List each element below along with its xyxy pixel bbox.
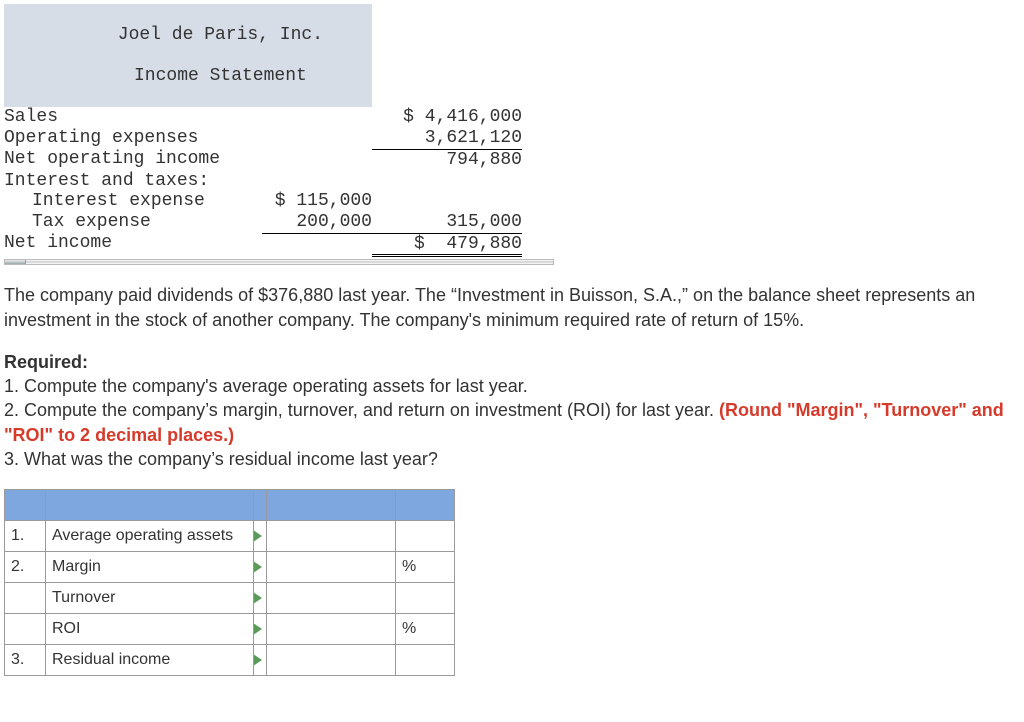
unit-cell [396,645,455,676]
row-opex-value: 3,621,120 [372,128,522,149]
expand-icon[interactable] [253,623,262,635]
row-label: Average operating assets [46,521,254,552]
row-sales-value: $ 4,416,000 [372,107,522,128]
input-avg-operating-assets[interactable] [267,521,396,552]
row-tax-label: Tax expense [4,212,262,233]
header-cell [267,490,396,521]
row-label: ROI [46,614,254,645]
row-tax-mid: 200,000 [262,212,372,233]
table-row: Turnover [5,583,455,614]
unit-cell [396,521,455,552]
expand-icon[interactable] [253,561,262,573]
row-noi-value: 794,880 [372,149,522,170]
row-num: 2. [5,552,46,583]
required-q2a: 2. Compute the company’s margin, turnove… [4,400,719,420]
unit-cell: % [396,614,455,645]
description-paragraph: The company paid dividends of $376,880 l… [4,283,1020,332]
input-turnover[interactable] [267,583,396,614]
header-cell [254,490,267,521]
horizontal-scrollbar[interactable] [4,259,554,265]
row-it-total: 315,000 [372,212,522,233]
header-cell [46,490,254,521]
required-section: Required: 1. Compute the company's avera… [4,350,1020,471]
row-it-label: Interest and taxes: [4,171,262,192]
row-intexp-label: Interest expense [4,191,262,212]
expand-icon[interactable] [253,592,262,604]
row-intexp-mid: $ 115,000 [262,191,372,212]
table-row: 3. Residual income [5,645,455,676]
row-opex-label: Operating expenses [4,128,262,149]
table-row: 2. Margin % [5,552,455,583]
input-residual-income[interactable] [267,645,396,676]
expand-icon[interactable] [253,530,262,542]
input-margin[interactable] [267,552,396,583]
row-sales-label: Sales [4,107,262,128]
row-ni-value: $ 479,880 [372,233,522,256]
row-label: Residual income [46,645,254,676]
income-statement-table: Joel de Paris, Inc. Income Statement Sal… [4,4,522,257]
row-noi-label: Net operating income [4,149,262,170]
row-num [5,583,46,614]
row-label: Turnover [46,583,254,614]
unit-cell: % [396,552,455,583]
row-num: 3. [5,645,46,676]
row-ni-label: Net income [4,233,262,256]
required-q1: 1. Compute the company's average operati… [4,376,528,396]
row-label: Margin [46,552,254,583]
unit-cell [396,583,455,614]
table-row: ROI % [5,614,455,645]
input-roi[interactable] [267,614,396,645]
company-name: Joel de Paris, Inc. [118,25,323,45]
required-heading: Required: [4,352,88,372]
required-q3: 3. What was the company’s residual incom… [4,449,438,469]
header-cell [5,490,46,521]
header-cell [396,490,455,521]
row-num [5,614,46,645]
table-row: 1. Average operating assets [5,521,455,552]
row-num: 1. [5,521,46,552]
answer-table: 1. Average operating assets 2. Margin % … [4,489,455,676]
expand-icon[interactable] [253,654,262,666]
statement-title: Income Statement [134,66,307,86]
